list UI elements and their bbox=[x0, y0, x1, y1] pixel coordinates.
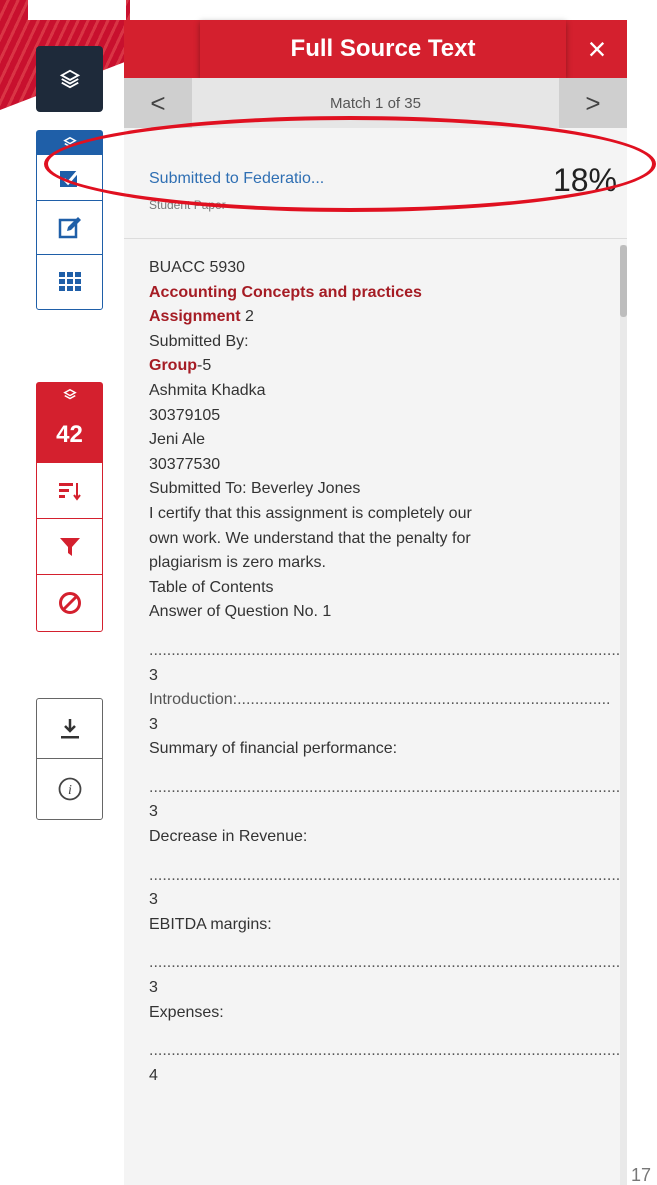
toc-entry: EBITDA margins: bbox=[149, 915, 272, 933]
divider bbox=[124, 238, 627, 239]
page-number: 17 bbox=[631, 1165, 652, 1185]
text-line: I certify that this assignment is comple… bbox=[149, 504, 472, 522]
toc-leader: ........................................… bbox=[149, 778, 621, 796]
top-strip bbox=[28, 0, 126, 20]
sort-button[interactable] bbox=[37, 463, 102, 519]
panel-title: Full Source Text bbox=[200, 20, 566, 78]
text-line: Jeni Ale bbox=[149, 431, 206, 449]
toc-entry: Expenses: bbox=[149, 1003, 224, 1021]
toc-leader: ........................................… bbox=[149, 641, 621, 659]
source-text: BUACC 5930 Accounting Concepts and pract… bbox=[149, 256, 627, 1088]
toc-leader: ........................................… bbox=[149, 954, 621, 972]
info-button[interactable]: i bbox=[37, 759, 102, 819]
match-count-badge[interactable]: 42 bbox=[37, 407, 102, 463]
next-match-button[interactable]: > bbox=[559, 78, 627, 128]
info-icon: i bbox=[58, 777, 81, 801]
text-line: Table of Contents bbox=[149, 578, 274, 596]
toc-page: 3 bbox=[149, 979, 158, 997]
exclude-button[interactable] bbox=[37, 575, 102, 631]
close-button[interactable]: × bbox=[567, 20, 627, 78]
download-button[interactable] bbox=[37, 699, 102, 759]
similarity-tools-header bbox=[37, 383, 102, 407]
chevron-left-icon: < bbox=[150, 87, 166, 118]
svg-text:i: i bbox=[68, 783, 72, 798]
text-line: BUACC 5930 bbox=[149, 259, 246, 276]
text-line-highlight: Accounting Concepts and practices bbox=[149, 283, 422, 301]
grid-button[interactable] bbox=[37, 255, 102, 309]
toc-page: 3 bbox=[149, 803, 158, 821]
toc-page: 3 bbox=[149, 715, 158, 733]
sort-icon bbox=[58, 482, 81, 501]
layers-button[interactable] bbox=[36, 46, 103, 112]
text-line: Submitted To: Beverley Jones bbox=[149, 480, 361, 498]
text-line: Group-5 bbox=[149, 354, 627, 379]
toc-entry-label: Introduction: bbox=[149, 691, 238, 709]
layers-icon bbox=[59, 69, 80, 89]
text-line: Submitted By: bbox=[149, 332, 249, 350]
text-line: 30377530 bbox=[149, 455, 221, 473]
scrollbar-thumb[interactable] bbox=[620, 245, 627, 317]
toc-page: 3 bbox=[149, 891, 158, 909]
text-line: Answer of Question No. 1 bbox=[149, 603, 332, 621]
close-icon: × bbox=[587, 30, 607, 67]
edit-icon bbox=[58, 216, 81, 238]
highlight-span: Assignment bbox=[149, 308, 241, 326]
toc-entry: Decrease in Revenue: bbox=[149, 828, 308, 846]
similarity-tools-group: 42 bbox=[36, 382, 103, 632]
chevron-right-icon: > bbox=[585, 87, 601, 118]
annotation-ellipse bbox=[44, 116, 656, 212]
grid-icon bbox=[58, 272, 81, 291]
highlight-span: Group bbox=[149, 357, 197, 375]
toc-entry: Summary of financial performance: bbox=[149, 740, 398, 758]
text-line: own work. We understand that the penalty… bbox=[149, 529, 471, 547]
text-line: 30379105 bbox=[149, 406, 221, 424]
filter-button[interactable] bbox=[37, 519, 102, 575]
exclude-icon bbox=[58, 592, 81, 614]
text-line: plagiarism is zero marks. bbox=[149, 554, 326, 572]
text-span: 2 bbox=[240, 308, 254, 326]
text-span: -5 bbox=[197, 357, 212, 375]
text-line: Ashmita Khadka bbox=[149, 381, 266, 399]
toc-leader: ........................................… bbox=[149, 1042, 621, 1060]
toc-page: 3 bbox=[149, 666, 158, 684]
text-line: Assignment 2 bbox=[149, 305, 627, 330]
misc-tools-group: i bbox=[36, 698, 103, 820]
download-icon bbox=[60, 718, 79, 738]
toc-leader: ........................................… bbox=[149, 866, 621, 884]
filter-icon bbox=[59, 537, 80, 556]
edit-button[interactable] bbox=[37, 201, 102, 255]
prev-match-button[interactable]: < bbox=[124, 78, 192, 128]
scrollbar-track[interactable] bbox=[620, 245, 627, 1185]
toc-entry: Introduction:...........................… bbox=[149, 691, 611, 709]
layers-icon bbox=[62, 388, 77, 400]
toc-page: 4 bbox=[149, 1066, 158, 1084]
